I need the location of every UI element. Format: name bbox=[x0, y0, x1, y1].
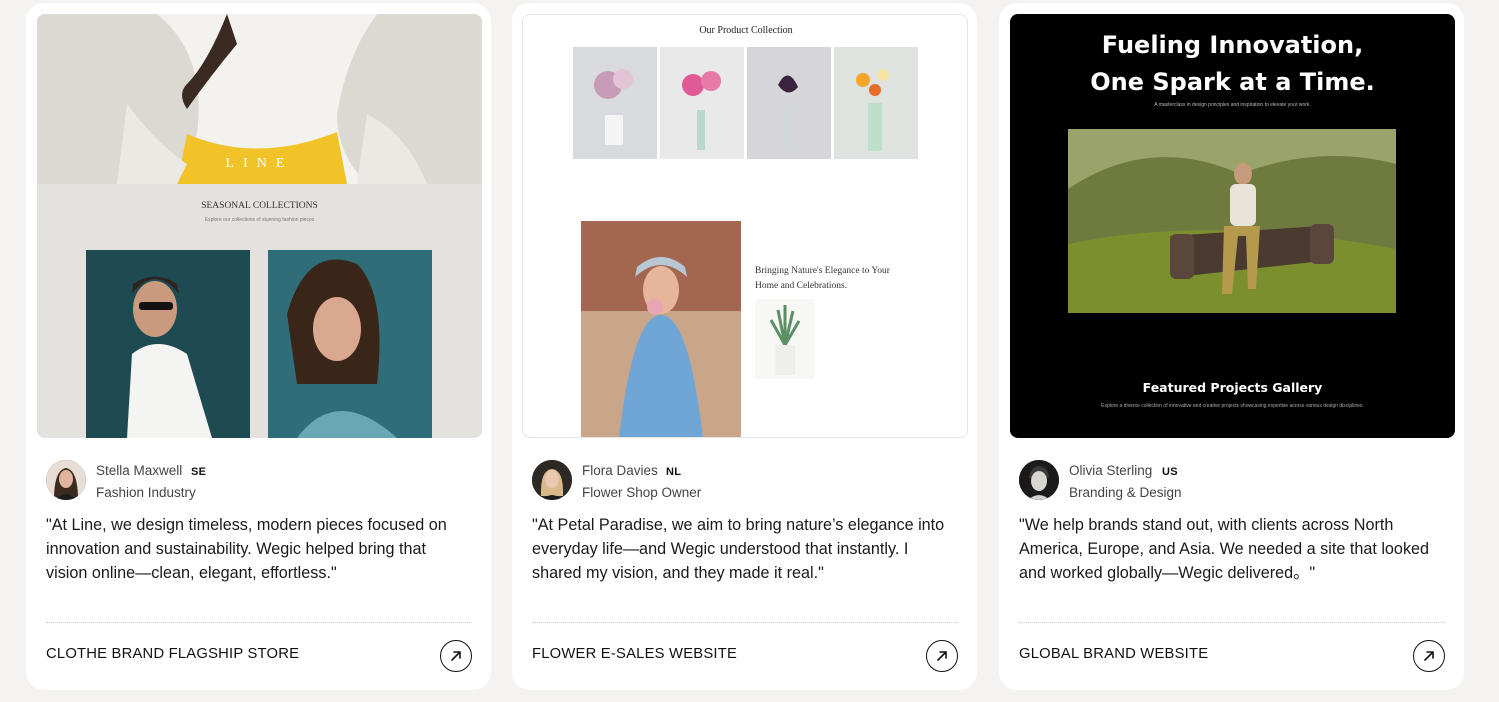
testimonial-quote: "We help brands stand out, with clients … bbox=[1019, 516, 1430, 582]
brand-logo: LINE bbox=[225, 156, 294, 171]
open-project-button[interactable] bbox=[1413, 640, 1445, 672]
case-card-clothe-brand[interactable]: LINE SEASONAL COLLECTIONS Explore our co… bbox=[26, 3, 491, 690]
open-project-button[interactable] bbox=[440, 640, 472, 672]
arrow-up-right-icon bbox=[937, 651, 947, 661]
author-block: Stella Maxwell SE Fashion Industry bbox=[46, 460, 466, 502]
preview-image-fashion-site[interactable]: LINE SEASONAL COLLECTIONS Explore our co… bbox=[37, 14, 482, 438]
country-code: US bbox=[1162, 466, 1178, 478]
collections-subheading: Explore our collections of stunning fash… bbox=[204, 217, 315, 223]
preview-image-flower-site[interactable]: Our Product Collection Bringing Nature's… bbox=[522, 14, 968, 438]
open-project-button[interactable] bbox=[926, 640, 958, 672]
country-code: NL bbox=[666, 466, 682, 478]
divider bbox=[1019, 622, 1445, 623]
case-card-flower-shop[interactable]: Our Product Collection Bringing Nature's… bbox=[512, 3, 977, 690]
testimonial-quote: "At Line, we design timeless, modern pie… bbox=[46, 516, 447, 582]
project-title: FLOWER E-SALES WEBSITE bbox=[532, 646, 738, 662]
hero-photo bbox=[1068, 129, 1396, 313]
project-title: GLOBAL BRAND WEBSITE bbox=[1019, 646, 1209, 662]
arrow-up-right-icon bbox=[451, 651, 461, 661]
preview-image-brand-site[interactable]: Fueling Innovation, One Spark at a Time.… bbox=[1010, 14, 1455, 438]
avatar bbox=[46, 460, 86, 500]
author-block: Olivia Sterling US Branding & Design bbox=[1019, 460, 1439, 502]
avatar bbox=[532, 460, 572, 500]
author-role: Flower Shop Owner bbox=[582, 485, 702, 500]
divider bbox=[532, 622, 958, 623]
arrow-up-right-icon bbox=[1424, 651, 1434, 661]
author-block: Flora Davies NL Flower Shop Owner bbox=[532, 460, 952, 502]
testimonial-quote: "At Petal Paradise, we aim to bring natu… bbox=[532, 516, 945, 582]
author-role: Branding & Design bbox=[1069, 485, 1182, 500]
project-title: CLOTHE BRAND FLAGSHIP STORE bbox=[46, 646, 300, 662]
country-code: SE bbox=[191, 466, 207, 478]
case-study-cards: LINE SEASONAL COLLECTIONS Explore our co… bbox=[0, 0, 1499, 702]
author-name: Flora Davies bbox=[582, 463, 658, 478]
divider bbox=[46, 622, 472, 623]
author-name: Olivia Sterling bbox=[1069, 463, 1153, 478]
author-name: Stella Maxwell bbox=[96, 463, 183, 478]
feature-heading: Bringing Nature's Elegance to Your Home … bbox=[755, 266, 890, 291]
gallery-heading: Featured Projects Gallery bbox=[1142, 380, 1323, 395]
gallery-subheading: Explore a diverse collection of innovati… bbox=[1101, 403, 1364, 409]
case-card-global-brand[interactable]: Fueling Innovation, One Spark at a Time.… bbox=[999, 3, 1464, 690]
author-role: Fashion Industry bbox=[96, 485, 196, 500]
collections-heading: SEASONAL COLLECTIONS bbox=[201, 201, 318, 211]
flower-products-grid bbox=[573, 47, 918, 437]
avatar bbox=[1019, 460, 1059, 500]
